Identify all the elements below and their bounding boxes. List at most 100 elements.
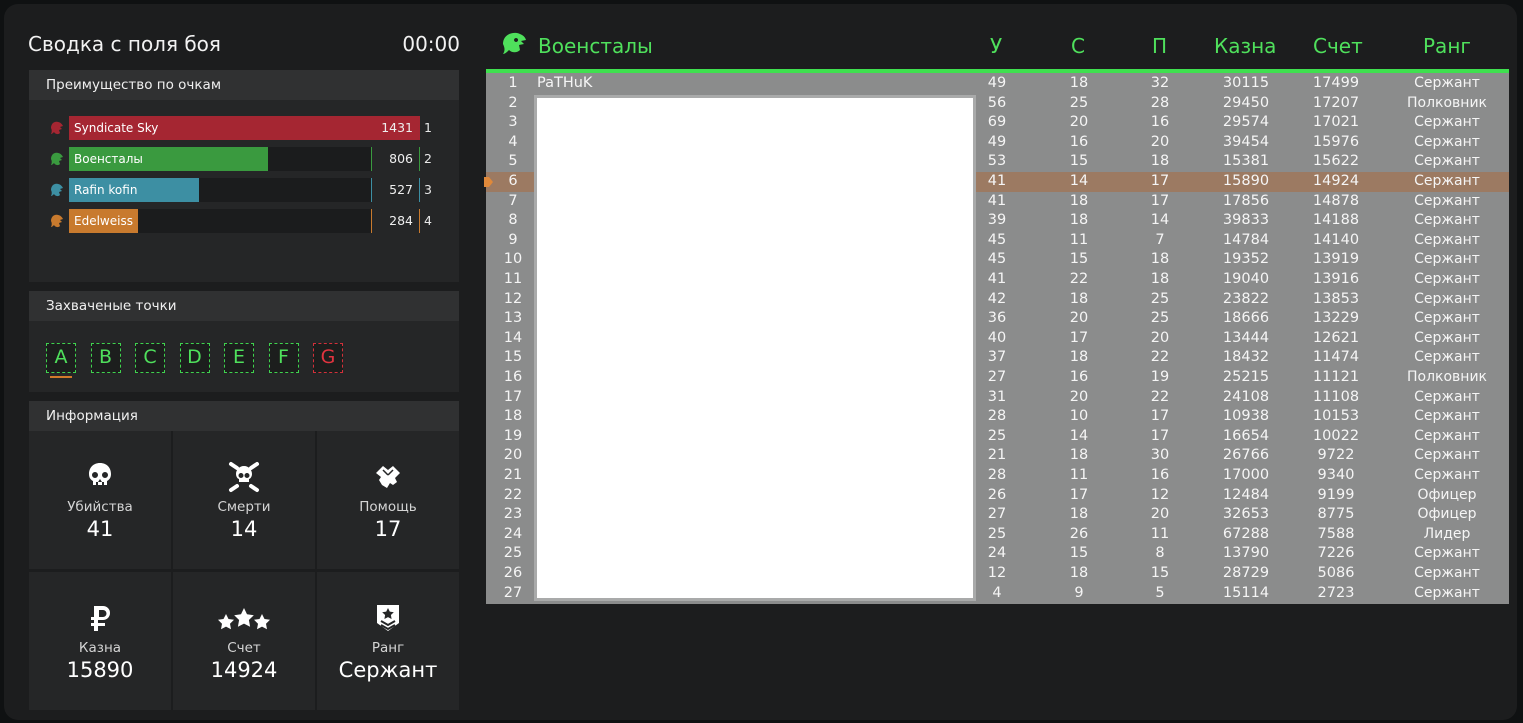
player-rank: Сержант xyxy=(1414,192,1480,209)
player-treasury: 39833 xyxy=(1222,212,1270,229)
treasury-label: Казна xyxy=(78,640,122,656)
player-score: 15622 xyxy=(1312,153,1360,170)
current-player-marker-icon xyxy=(484,177,493,187)
row-number: 10 xyxy=(503,251,523,268)
deaths-label: Смерти xyxy=(217,499,271,515)
player-kills: 45 xyxy=(987,231,1007,248)
player-treasury: 30115 xyxy=(1222,75,1270,91)
header-rank[interactable]: Ранг xyxy=(1423,30,1471,62)
player-score: 11108 xyxy=(1312,388,1360,405)
row-number: 3 xyxy=(508,114,518,131)
player-rank: Сержант xyxy=(1414,251,1480,268)
player-rank: Сержант xyxy=(1414,75,1480,91)
player-rank: Сержант xyxy=(1414,584,1480,601)
table-row[interactable]: 1 PaTHuK 49 18 32 30115 17499 Сержант xyxy=(486,74,1509,94)
player-kills: 4 xyxy=(992,584,1002,601)
player-assists: 25 xyxy=(1150,310,1170,327)
match-timer: 00:00 xyxy=(402,32,460,56)
player-treasury: 10938 xyxy=(1222,408,1270,425)
player-score: 9340 xyxy=(1317,467,1355,483)
kills-label: Убийства xyxy=(67,499,133,515)
player-rank: Офицер xyxy=(1417,506,1477,523)
header-treasury[interactable]: Казна xyxy=(1214,30,1276,62)
player-kills: 31 xyxy=(987,388,1007,405)
assists-value: 17 xyxy=(374,517,402,541)
player-assists: 15 xyxy=(1150,565,1170,581)
player-kills: 45 xyxy=(987,251,1007,268)
player-rank: Сержант xyxy=(1414,153,1480,170)
player-score: 17207 xyxy=(1312,94,1360,111)
player-deaths: 11 xyxy=(1069,467,1089,483)
player-deaths: 16 xyxy=(1069,133,1089,150)
player-rank: Сержант xyxy=(1414,310,1480,327)
player-treasury: 14784 xyxy=(1222,231,1270,248)
player-rank: Сержант xyxy=(1414,408,1480,425)
row-number: 16 xyxy=(503,369,523,385)
row-number: 9 xyxy=(508,231,518,248)
row-number: 1 xyxy=(508,75,518,91)
player-treasury: 18432 xyxy=(1222,349,1270,366)
player-score: 9199 xyxy=(1317,486,1355,503)
score-stat: Счет 14924 xyxy=(173,572,315,710)
wolf-icon xyxy=(49,182,65,198)
player-rank: Полковник xyxy=(1406,369,1488,385)
header-deaths[interactable]: С xyxy=(1071,30,1085,62)
player-assists: 8 xyxy=(1155,545,1165,562)
player-score: 2723 xyxy=(1317,584,1355,601)
player-treasury: 15890 xyxy=(1222,173,1270,189)
row-number: 27 xyxy=(503,584,523,601)
player-deaths: 15 xyxy=(1069,545,1089,562)
rank-shield-icon xyxy=(317,602,459,634)
points-advantage-header: Преимущество по очкам xyxy=(29,70,459,100)
header-kills[interactable]: У xyxy=(990,30,1002,62)
player-assists: 7 xyxy=(1155,231,1165,248)
player-treasury: 23822 xyxy=(1222,290,1270,307)
deaths-stat: Смерти 14 xyxy=(173,431,315,569)
treasury-value: 15890 xyxy=(66,658,134,682)
player-deaths: 22 xyxy=(1069,271,1089,287)
row-number: 4 xyxy=(508,133,518,150)
player-deaths: 15 xyxy=(1069,153,1089,170)
player-rank: Сержант xyxy=(1414,173,1480,189)
row-number: 23 xyxy=(503,506,523,523)
player-assists: 25 xyxy=(1150,290,1170,307)
player-deaths: 17 xyxy=(1069,329,1089,346)
row-number: 7 xyxy=(508,192,518,209)
player-deaths: 18 xyxy=(1069,212,1089,229)
skull-icon xyxy=(29,461,171,493)
player-deaths: 16 xyxy=(1069,369,1089,385)
player-score: 14188 xyxy=(1312,212,1360,229)
row-number: 20 xyxy=(503,447,523,464)
player-assists: 30 xyxy=(1150,447,1170,464)
player-score: 7226 xyxy=(1317,545,1355,562)
player-score: 8775 xyxy=(1317,506,1355,523)
player-kills: 41 xyxy=(987,173,1007,189)
player-assists: 14 xyxy=(1150,212,1170,229)
row-number: 17 xyxy=(503,388,523,405)
player-score: 9722 xyxy=(1317,447,1355,464)
player-deaths: 9 xyxy=(1074,584,1084,601)
header-assists[interactable]: П xyxy=(1152,30,1167,62)
player-assists: 12 xyxy=(1150,486,1170,503)
player-treasury: 13790 xyxy=(1222,545,1270,562)
player-deaths: 14 xyxy=(1069,173,1089,189)
header-score[interactable]: Счет xyxy=(1313,30,1363,62)
player-rank: Сержант xyxy=(1414,565,1480,581)
rank-label: Ранг xyxy=(371,640,405,656)
team-score-row: Edelweiss 284 4 xyxy=(45,209,439,233)
player-kills: 26 xyxy=(987,486,1007,503)
player-kills: 25 xyxy=(987,427,1007,444)
player-rank: Сержант xyxy=(1414,290,1480,307)
player-kills: 27 xyxy=(987,369,1007,385)
rank-value: Сержант xyxy=(338,658,438,682)
player-treasury: 25215 xyxy=(1222,369,1270,385)
team-score-row: Военсталы 806 2 xyxy=(45,147,439,171)
player-assists: 28 xyxy=(1150,94,1170,111)
row-number: 6 xyxy=(508,173,518,189)
row-number: 14 xyxy=(503,329,523,346)
player-score: 17021 xyxy=(1312,114,1360,131)
kills-stat: Убийства 41 xyxy=(29,431,171,569)
captured-points-panel: ABCDEFG xyxy=(29,321,459,392)
row-number: 26 xyxy=(503,565,523,581)
player-kills: 49 xyxy=(987,75,1007,91)
